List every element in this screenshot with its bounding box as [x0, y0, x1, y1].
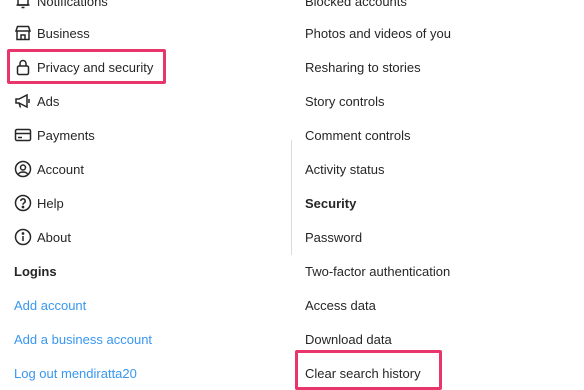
add-account-link[interactable]: Add account [14, 288, 86, 322]
two-factor-item[interactable]: Two-factor authentication [305, 254, 450, 288]
access-data-item[interactable]: Access data [305, 288, 376, 322]
password-item[interactable]: Password [305, 220, 362, 254]
lock-icon [14, 58, 32, 76]
resharing-stories-item[interactable]: Resharing to stories [305, 50, 421, 84]
story-controls-item[interactable]: Story controls [305, 84, 384, 118]
menu-item-label: Notifications [37, 0, 108, 9]
menu-item-payments[interactable]: Payments [14, 118, 95, 152]
bell-icon [14, 0, 32, 10]
menu-item-help[interactable]: Help [14, 186, 64, 220]
clear-search-history-item[interactable]: Clear search history [305, 356, 421, 390]
left-settings-menu: Notifications Business Privacy and secur… [0, 0, 290, 381]
activity-status-item[interactable]: Activity status [305, 152, 384, 186]
download-data-item[interactable]: Download data [305, 322, 392, 356]
menu-item-label: Business [37, 25, 90, 41]
add-business-account-link[interactable]: Add a business account [14, 322, 152, 356]
menu-item-label: About [37, 229, 71, 245]
store-icon [14, 24, 32, 42]
menu-item-privacy-security[interactable]: Privacy and security [14, 50, 153, 84]
menu-item-label: Ads [37, 93, 60, 109]
comment-controls-item[interactable]: Comment controls [305, 118, 410, 152]
menu-item-label: Help [37, 195, 64, 211]
menu-item-about[interactable]: About [14, 220, 71, 254]
menu-item-label: Payments [37, 127, 95, 143]
menu-item-ads[interactable]: Ads [14, 84, 59, 118]
menu-item-account[interactable]: Account [14, 152, 84, 186]
photos-videos-item[interactable]: Photos and videos of you [305, 16, 451, 50]
card-icon [14, 126, 32, 144]
megaphone-icon [14, 92, 32, 110]
logout-link[interactable]: Log out mendiratta20 [14, 356, 137, 390]
menu-item-business[interactable]: Business [14, 16, 90, 50]
right-privacy-menu: Blocked accounts Photos and videos of yo… [290, 0, 584, 381]
logins-heading: Logins [14, 263, 57, 279]
help-icon [14, 194, 32, 212]
info-icon [14, 228, 32, 246]
menu-item-label: Account [37, 161, 84, 177]
security-heading: Security [305, 195, 357, 211]
person-icon [14, 160, 32, 178]
menu-item-label: Privacy and security [37, 59, 154, 75]
